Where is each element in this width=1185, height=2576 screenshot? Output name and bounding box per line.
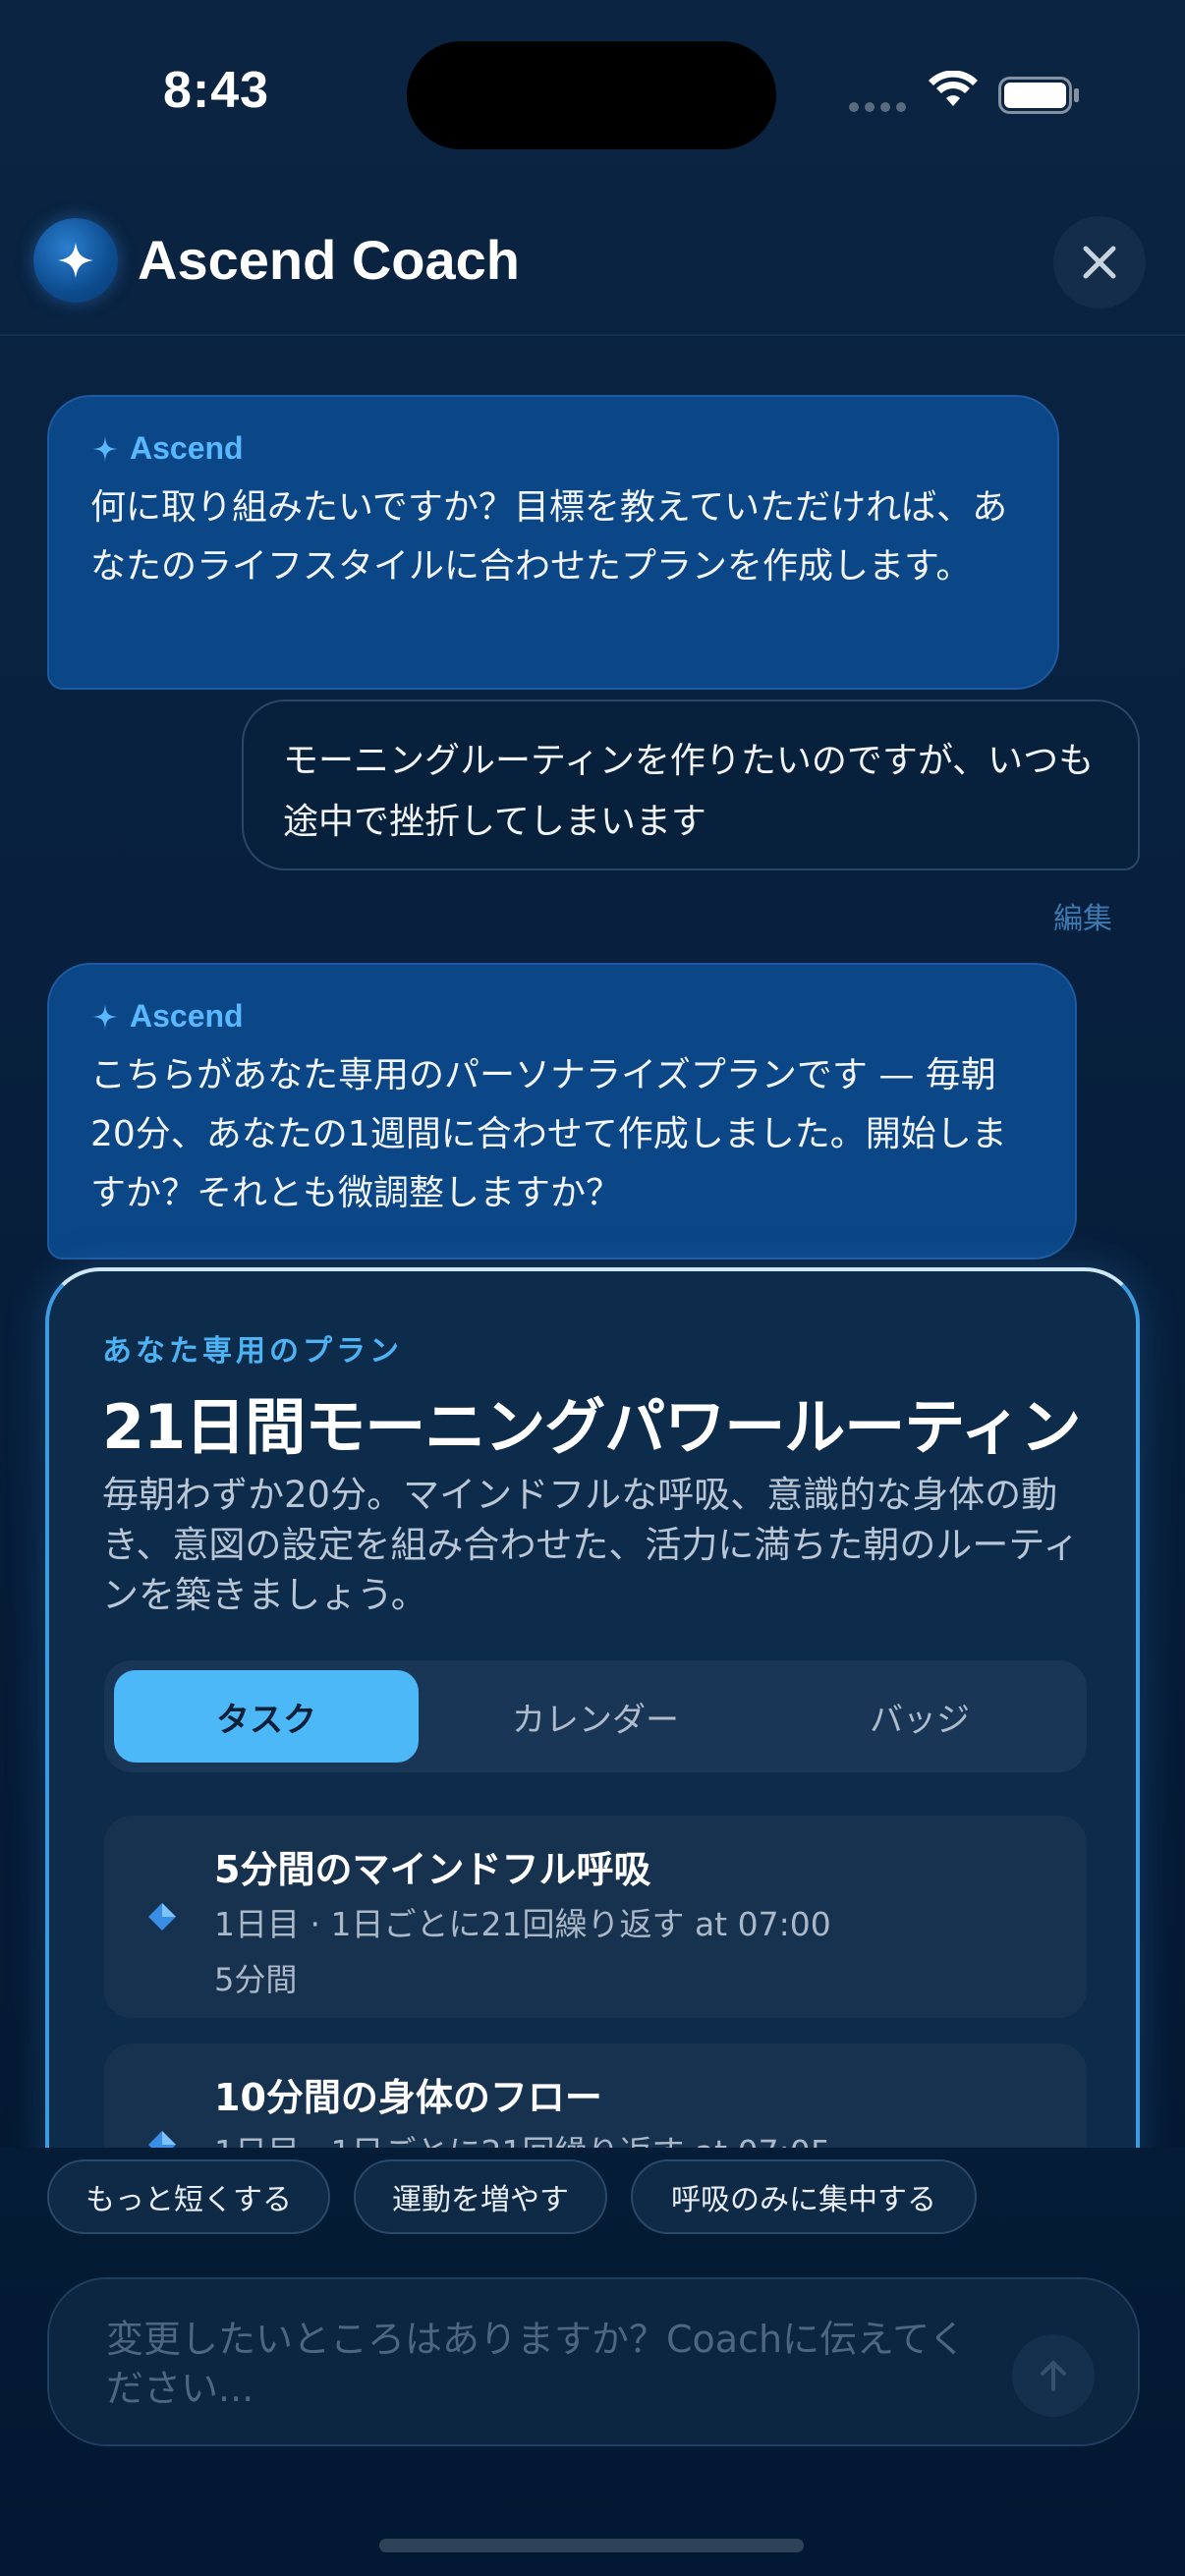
message-input[interactable]: 変更したいところはありますか？Coachに伝えてください... [47, 2277, 1140, 2446]
message-sender: Ascend [90, 998, 1034, 1035]
close-button[interactable] [1053, 216, 1146, 308]
arrow-up-icon [1041, 2361, 1066, 2391]
app-screen: 8:43 Ascend Coach Ascend 何に取り組みたいですか？目標を… [0, 0, 1185, 2576]
chat-header: Ascend Coach [0, 187, 1185, 336]
tab-tasks[interactable]: タスク [114, 1670, 419, 1763]
message-text: モーニングルーティンを作りたいのですが、いつも途中で挫折してしまいます [283, 741, 1095, 842]
message-input-placeholder: 変更したいところはありますか？Coachに伝えてください... [106, 2318, 967, 2410]
close-icon [1083, 246, 1116, 279]
coach-avatar [33, 218, 118, 303]
suggestion-chip-breathing-only[interactable]: 呼吸のみに集中する [631, 2159, 977, 2234]
sparkle-icon [91, 435, 119, 462]
task-title: 5分間のマインドフル呼吸 [214, 1848, 651, 1891]
send-button[interactable] [1012, 2334, 1095, 2417]
battery-icon [998, 77, 1079, 114]
plan-description: 毎朝わずか20分。マインドフルな呼吸、意識的な身体の動き、意図の設定を組み合わせ… [102, 1474, 1080, 1616]
user-message: モーニングルーティンを作りたいのですが、いつも途中で挫折してしまいます [242, 700, 1140, 870]
header-title: Ascend Coach [138, 229, 520, 291]
edit-message-button[interactable]: 編集 [1053, 894, 1112, 937]
task-duration: 5分間 [214, 1961, 298, 1998]
suggestion-chip-shorter[interactable]: もっと短くする [47, 2159, 330, 2234]
tab-badges[interactable]: バッジ [772, 1670, 1067, 1763]
sender-name: Ascend [130, 998, 244, 1034]
dynamic-island [407, 41, 776, 149]
suggestion-chip-more-exercise[interactable]: 運動を増やす [354, 2159, 607, 2234]
message-text: こちらがあなた専用のパーソナライズプランです — 毎朝20分、あなたの1週間に合… [90, 1055, 1007, 1213]
diamond-icon [148, 1903, 176, 1931]
task-title: 10分間の身体のフロー [214, 2076, 602, 2119]
sender-name: Ascend [130, 430, 244, 466]
task-item[interactable]: 5分間のマインドフル呼吸 1日目 · 1日ごとに21回繰り返す at 07:00… [104, 1816, 1087, 2018]
plan-title: 21日間モーニングパワールーティン [102, 1391, 1082, 1463]
home-indicator[interactable] [379, 2539, 804, 2552]
assistant-message: Ascend 何に取り組みたいですか？目標を教えていただければ、あなたのライフス… [47, 395, 1059, 690]
message-text: 何に取り組みたいですか？目標を教えていただければ、あなたのライフスタイルに合わせ… [90, 487, 1008, 587]
wifi-icon [929, 71, 978, 106]
status-time: 8:43 [163, 62, 270, 119]
tab-calendar[interactable]: カレンダー [448, 1670, 743, 1763]
sparkle-icon [58, 243, 93, 278]
plan-tabs: タスク カレンダー バッジ [104, 1660, 1087, 1772]
assistant-message: Ascend こちらがあなた専用のパーソナライズプランです — 毎朝20分、あな… [47, 963, 1077, 1260]
message-sender: Ascend [90, 430, 1016, 467]
cellular-signal-icon [849, 102, 906, 112]
plan-eyebrow: あなた専用のプラン [102, 1334, 403, 1369]
task-schedule: 1日目 · 1日ごとに21回繰り返す at 07:00 [214, 1905, 831, 1943]
sparkle-icon [91, 1003, 119, 1030]
